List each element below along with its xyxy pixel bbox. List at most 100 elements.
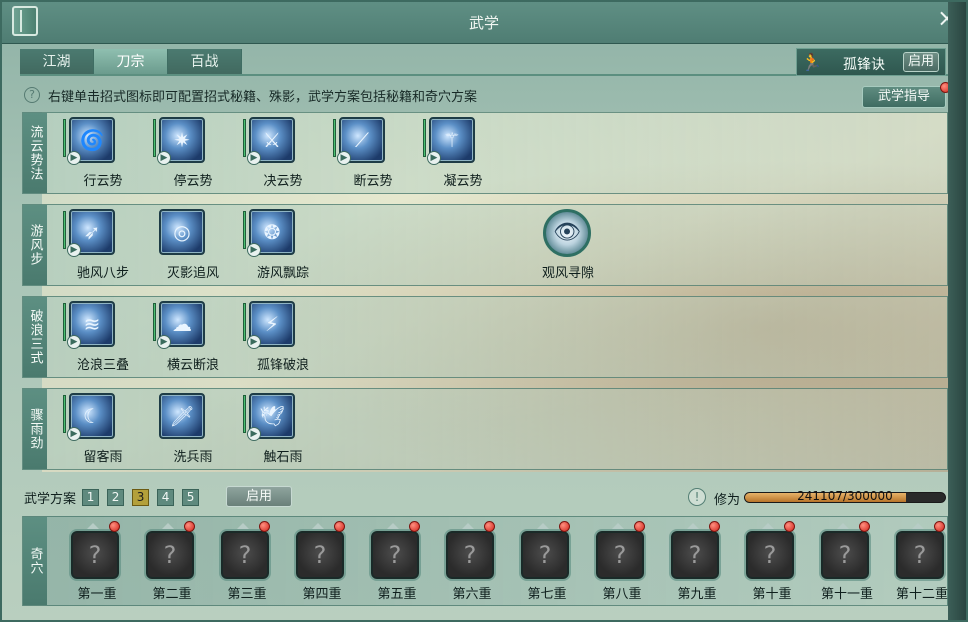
up-arrow-icon (237, 523, 249, 529)
qixue-point-name: 第九重 (677, 587, 717, 602)
skill-name: 游风飘踪 (256, 266, 309, 281)
scheme-option-3[interactable]: 3 (132, 488, 150, 506)
scheme-option-4[interactable]: 4 (157, 488, 175, 506)
skill-item[interactable]: ⚚ ▶ 凝云势 (423, 113, 513, 193)
play-icon[interactable]: ▶ (247, 151, 261, 165)
play-icon[interactable]: ▶ (427, 151, 441, 165)
skill-item[interactable]: 🕊 ▶ 触石雨 (243, 389, 333, 469)
skill-name: 驰风八步 (76, 266, 129, 281)
skill-name: 孤锋破浪 (256, 358, 309, 373)
skill-name: 灭影追风 (166, 266, 219, 281)
skill-name: 洗兵雨 (173, 450, 213, 465)
play-icon[interactable]: ▶ (337, 151, 351, 165)
skill-level-bar (153, 303, 156, 341)
heart-method-enable-button[interactable]: 启用 (903, 52, 939, 72)
play-icon[interactable]: ▶ (67, 335, 81, 349)
skill-name: 行云势 (83, 174, 123, 189)
qixue-point-name: 第十一重 (820, 587, 873, 602)
skill-item[interactable]: 🗡 洗兵雨 (153, 389, 243, 469)
skill-level-bar (243, 395, 246, 433)
play-icon[interactable]: ▶ (247, 427, 261, 441)
section-label: 破浪三式 (23, 297, 47, 377)
exclamation-icon[interactable]: ! (688, 488, 706, 506)
locked-question-icon: ? (896, 531, 944, 579)
qixue-point-name: 第三重 (227, 587, 267, 602)
martial-guide-button[interactable]: 武学指导 (862, 86, 946, 108)
locked-question-icon: ? (821, 531, 869, 579)
skill-level-bar (63, 119, 66, 157)
question-icon[interactable]: ? (24, 87, 40, 103)
title-bar: 武学 × (2, 2, 966, 44)
skill-item[interactable]: ❂ ▶ 游风飘踪 (243, 205, 333, 285)
tab-jianghu[interactable]: 江湖 (20, 49, 94, 75)
skill-level-bar (243, 211, 246, 249)
tab-daozong[interactable]: 刀宗 (94, 49, 168, 75)
up-arrow-icon (312, 523, 324, 529)
section-label: 流云势法 (23, 113, 47, 193)
alert-dot-icon (409, 521, 420, 532)
qixue-point[interactable]: ? 第二重 (134, 517, 209, 605)
skill-item[interactable]: ➶ ▶ 驰风八步 (63, 205, 153, 285)
qixue-point-name: 第二重 (152, 587, 192, 602)
qixue-point[interactable]: ? 第八重 (584, 517, 659, 605)
play-icon[interactable]: ▶ (67, 243, 81, 257)
skill-name: 停云势 (173, 174, 213, 189)
alert-dot-icon (934, 521, 945, 532)
skill-section-polang: 破浪三式 ≋ ▶ 沧浪三叠 ☁ ▶ 横云断浪 ⚡ ▶ 孤锋破浪 (22, 296, 948, 378)
qixue-panel: 奇穴 ? 第一重? 第二重? 第三重? 第四重? 第五重? 第六重? 第七重? 第八重? 第九重?… (22, 516, 948, 606)
qixue-point[interactable]: ? 第三重 (209, 517, 284, 605)
play-icon[interactable]: ▶ (247, 335, 261, 349)
skill-section-liuyun: 流云势法 🌀 ▶ 行云势 ✷ ▶ 停云势 ⚔ ▶ 决云势 ⟋ ▶ 断云势 ⚚ ▶… (22, 112, 948, 194)
qixue-point[interactable]: ? 第一重 (59, 517, 134, 605)
qixue-point[interactable]: ? 第十重 (734, 517, 809, 605)
alert-dot-icon (184, 521, 195, 532)
alert-dot-icon (709, 521, 720, 532)
skill-name: 断云势 (353, 174, 393, 189)
skill-item-eye[interactable]: 👁 观风寻隙 (513, 205, 623, 285)
qixue-point[interactable]: ? 第六重 (434, 517, 509, 605)
scheme-option-5[interactable]: 5 (182, 488, 200, 506)
up-arrow-icon (537, 523, 549, 529)
play-icon[interactable]: ▶ (67, 427, 81, 441)
skill-level-bar (63, 395, 66, 433)
scheme-label: 武学方案 (24, 491, 77, 507)
scheme-option-1[interactable]: 1 (82, 488, 100, 506)
play-icon[interactable]: ▶ (157, 335, 171, 349)
skill-item[interactable]: ≋ ▶ 沧浪三叠 (63, 297, 153, 377)
skill-name: 横云断浪 (166, 358, 219, 373)
up-arrow-icon (462, 523, 474, 529)
scheme-option-2[interactable]: 2 (107, 488, 125, 506)
skill-level-bar (63, 211, 66, 249)
skill-item[interactable]: ☁ ▶ 横云断浪 (153, 297, 243, 377)
qixue-point[interactable]: ? 第十一重 (809, 517, 884, 605)
qixue-point[interactable]: ? 第九重 (659, 517, 734, 605)
skill-item[interactable]: ☾ ▶ 留客雨 (63, 389, 153, 469)
runner-icon: 🏃 (801, 53, 823, 73)
up-arrow-icon (387, 523, 399, 529)
play-icon[interactable]: ▶ (157, 151, 171, 165)
up-arrow-icon (912, 523, 924, 529)
sword-skill-icon: 🗡 (159, 393, 205, 439)
skill-item[interactable]: ◎ 灭影追风 (153, 205, 243, 285)
skill-item[interactable]: ⟋ ▶ 断云势 (333, 113, 423, 193)
alert-dot-icon (334, 521, 345, 532)
skill-item[interactable]: 🌀 ▶ 行云势 (63, 113, 153, 193)
play-icon[interactable]: ▶ (67, 151, 81, 165)
play-icon[interactable]: ▶ (247, 243, 261, 257)
scheme-enable-button[interactable]: 启用 (226, 486, 292, 507)
qixue-point[interactable]: ? 第四重 (284, 517, 359, 605)
skill-name: 凝云势 (443, 174, 483, 189)
section-label: 骤雨劲 (23, 389, 47, 469)
qixue-point[interactable]: ? 第五重 (359, 517, 434, 605)
qixue-point[interactable]: ? 第七重 (509, 517, 584, 605)
locked-question-icon: ? (671, 531, 719, 579)
alert-dot-icon (784, 521, 795, 532)
tab-baizhan[interactable]: 百战 (168, 49, 242, 75)
skill-item[interactable]: ✷ ▶ 停云势 (153, 113, 243, 193)
cultivation-value: 241107/300000 (797, 489, 893, 503)
locked-question-icon: ? (521, 531, 569, 579)
skill-item[interactable]: ⚔ ▶ 决云势 (243, 113, 333, 193)
alert-dot-icon (634, 521, 645, 532)
qixue-point-name: 第六重 (452, 587, 492, 602)
skill-item[interactable]: ⚡ ▶ 孤锋破浪 (243, 297, 333, 377)
